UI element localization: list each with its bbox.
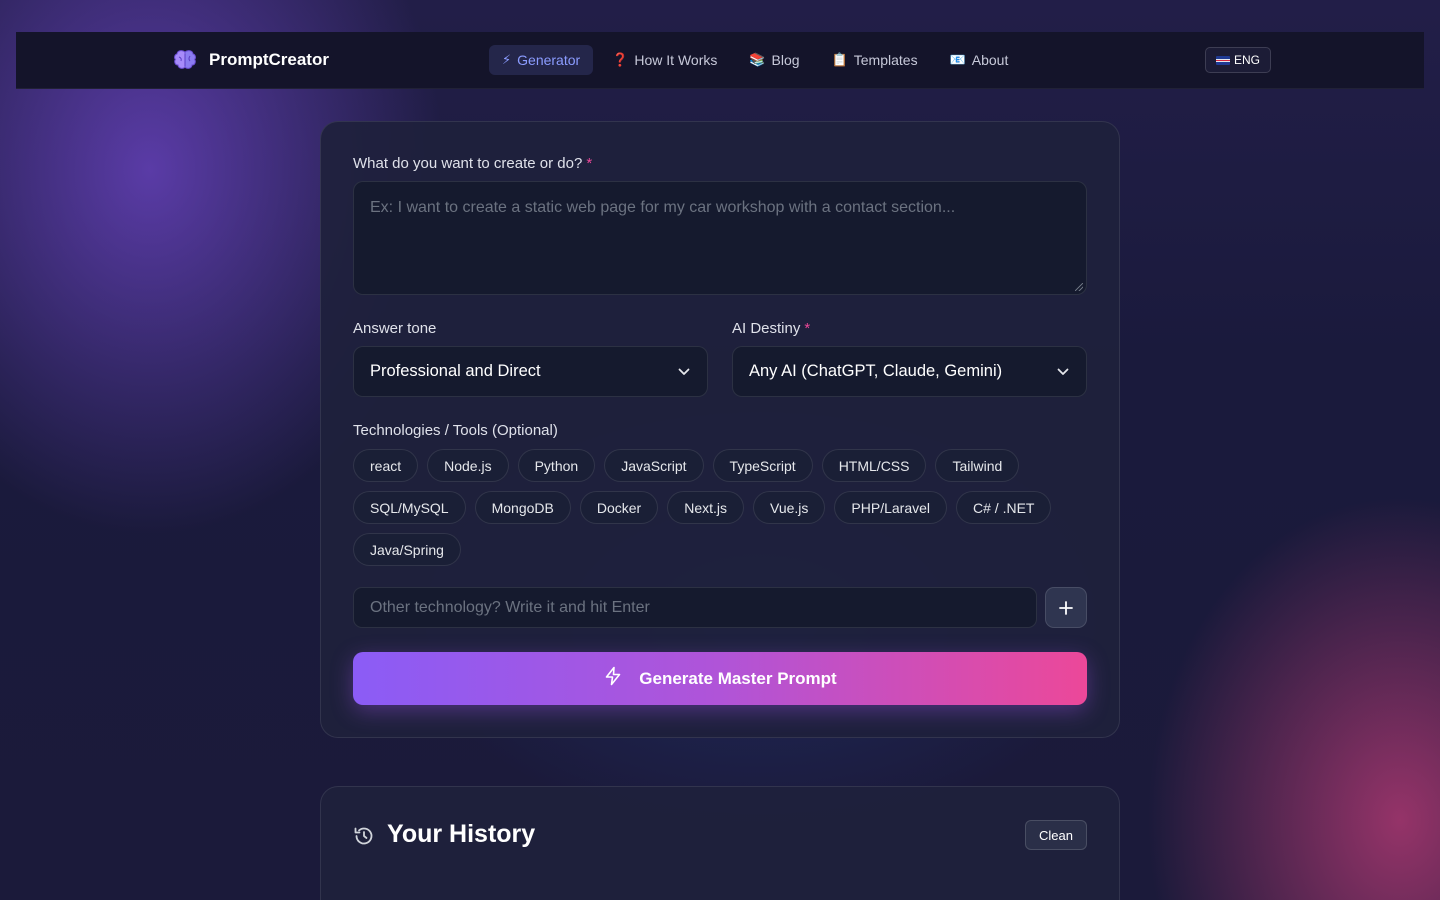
- clean-history-button[interactable]: Clean: [1025, 820, 1087, 850]
- history-card: Your History Clean: [320, 786, 1120, 900]
- language-label: ENG: [1234, 53, 1261, 67]
- chip-row: SQL/MySQL MongoDB Docker Next.js Vue.js …: [353, 491, 1093, 524]
- other-technology-input[interactable]: Other technology? Write it and hit Enter: [353, 587, 1037, 628]
- description-label-text: What do you want to create or do?: [353, 155, 583, 172]
- brain-icon: [173, 48, 197, 72]
- generate-label: Generate Master Prompt: [639, 668, 837, 688]
- nav-item-label: How It Works: [634, 52, 718, 68]
- tech-chip[interactable]: C# / .NET: [956, 491, 1052, 524]
- tech-chip[interactable]: HTML/CSS: [821, 449, 927, 482]
- tone-label: Answer tone: [353, 320, 437, 337]
- nav-item-generator[interactable]: ⚡ Generator: [489, 45, 594, 75]
- required-marker: *: [804, 320, 811, 337]
- tech-chip[interactable]: Docker: [579, 491, 659, 524]
- destiny-label: AI Destiny *: [732, 320, 810, 337]
- destiny-label-text: AI Destiny: [732, 320, 801, 337]
- tech-chip[interactable]: JavaScript: [604, 449, 704, 482]
- uk-flag-icon: [1216, 55, 1230, 65]
- other-technology-placeholder: Other technology? Write it and hit Enter: [370, 598, 650, 616]
- brand[interactable]: PromptCreator: [173, 32, 329, 88]
- nav-item-templates[interactable]: 📋 Templates: [819, 45, 931, 75]
- chevron-down-icon: [677, 365, 691, 379]
- chevron-down-icon: [1056, 365, 1070, 379]
- destiny-value: Any AI (ChatGPT, Claude, Gemini): [749, 362, 1003, 380]
- history-title: Your History: [387, 820, 536, 848]
- tech-chips: react Node.js Python JavaScript TypeScri…: [353, 449, 1093, 575]
- navbar: PromptCreator ⚡ Generator ❓ How It Works…: [16, 32, 1424, 89]
- tech-chip[interactable]: Vue.js: [753, 491, 826, 524]
- brand-name: PromptCreator: [209, 50, 329, 69]
- clipboard-icon: 📋: [831, 52, 848, 67]
- lightning-icon: ⚡: [502, 52, 512, 67]
- description-label: What do you want to create or do? *: [353, 155, 592, 172]
- add-technology-button[interactable]: [1045, 587, 1087, 628]
- history-icon: [353, 825, 375, 847]
- question-icon: ❓: [612, 52, 629, 67]
- resize-handle-icon[interactable]: [1075, 283, 1083, 291]
- tech-chip[interactable]: Tailwind: [935, 449, 1020, 482]
- tech-chip[interactable]: Next.js: [667, 491, 745, 524]
- generate-master-prompt-button[interactable]: Generate Master Prompt: [353, 652, 1087, 705]
- tech-chip[interactable]: MongoDB: [474, 491, 571, 524]
- language-selector[interactable]: ENG: [1205, 47, 1272, 73]
- destiny-select[interactable]: Any AI (ChatGPT, Claude, Gemini): [732, 346, 1087, 397]
- description-placeholder: Ex: I want to create a static web page f…: [370, 199, 956, 216]
- books-icon: 📚: [749, 52, 766, 67]
- tech-chip[interactable]: SQL/MySQL: [353, 491, 466, 524]
- nav-item-label: Blog: [771, 52, 800, 68]
- chip-row: react Node.js Python JavaScript TypeScri…: [353, 449, 1093, 482]
- chip-row: Java/Spring: [353, 533, 1093, 566]
- tone-value: Professional and Direct: [370, 362, 541, 380]
- tech-chip[interactable]: Node.js: [427, 449, 509, 482]
- nav-item-about[interactable]: 📧 About: [937, 45, 1022, 75]
- plus-icon: [1059, 600, 1073, 615]
- generator-card: What do you want to create or do? * Ex: I…: [320, 121, 1120, 738]
- main-nav: ⚡ Generator ❓ How It Works 📚 Blog 📋 Temp…: [489, 45, 1021, 75]
- tech-label: Technologies / Tools (Optional): [353, 422, 558, 439]
- lightning-icon: [603, 666, 623, 691]
- envelope-icon: 📧: [949, 52, 966, 67]
- tech-chip[interactable]: PHP/Laravel: [834, 491, 947, 524]
- nav-item-how-it-works[interactable]: ❓ How It Works: [599, 45, 730, 75]
- tech-chip[interactable]: react: [353, 449, 419, 482]
- nav-item-label: Generator: [517, 52, 581, 68]
- tech-chip[interactable]: Java/Spring: [353, 533, 461, 566]
- tone-select[interactable]: Professional and Direct: [353, 346, 708, 397]
- tech-chip[interactable]: TypeScript: [712, 449, 813, 482]
- nav-item-label: Templates: [853, 52, 918, 68]
- description-textarea[interactable]: Ex: I want to create a static web page f…: [353, 181, 1087, 295]
- nav-item-label: About: [971, 52, 1009, 68]
- tech-chip[interactable]: Python: [517, 449, 596, 482]
- nav-item-blog[interactable]: 📚 Blog: [736, 45, 812, 75]
- required-marker: *: [586, 155, 593, 172]
